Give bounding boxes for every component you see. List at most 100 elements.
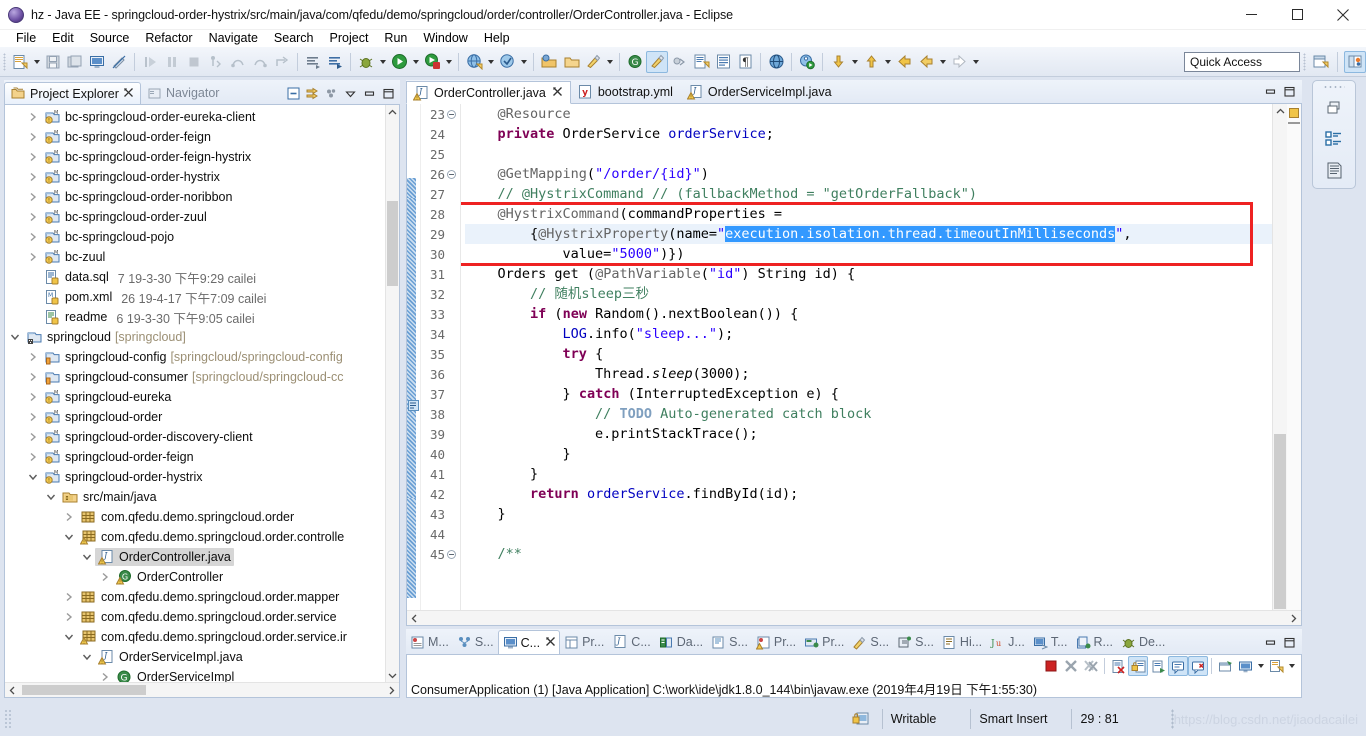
search-button[interactable] [582, 51, 604, 73]
editor-tab[interactable]: J! OrderServiceImpl.java [681, 80, 840, 103]
code-line[interactable]: // 随机sleep三秒 [465, 284, 1272, 304]
console-tab[interactable]: C... [497, 630, 561, 654]
open-type-button[interactable] [496, 51, 518, 73]
console-output-panel[interactable]: ConsumerApplication (1) [Java Applicatio… [406, 654, 1302, 698]
menu-project[interactable]: Project [322, 30, 377, 47]
remove-launch-icon[interactable] [1061, 656, 1081, 676]
scroll-left-icon[interactable] [5, 686, 20, 695]
close-button[interactable] [1320, 0, 1366, 30]
console-tab[interactable]: Ju J... [986, 630, 1029, 654]
open-type-dropdown[interactable] [518, 51, 529, 73]
close-icon[interactable] [552, 86, 562, 99]
step-return-button[interactable] [249, 51, 271, 73]
menu-refactor[interactable]: Refactor [137, 30, 200, 47]
pin-console-icon[interactable] [1168, 656, 1188, 676]
chevron-right-icon[interactable] [25, 389, 41, 405]
maximize-icon[interactable] [1280, 633, 1299, 652]
tree-item[interactable]: M! bc-springcloud-order-feign-hystrix [5, 147, 385, 167]
step-into-button[interactable] [205, 51, 227, 73]
chevron-right-icon[interactable] [97, 569, 113, 585]
run-button[interactable] [388, 51, 410, 73]
code-line[interactable]: } [465, 444, 1272, 464]
code-line[interactable]: } [465, 504, 1272, 524]
minimize-icon[interactable] [360, 84, 379, 103]
task-list-icon[interactable] [1320, 158, 1348, 182]
collapse-all-icon[interactable] [284, 84, 303, 103]
tree-item[interactable]: G OrderServiceImpl [5, 667, 385, 682]
code-line[interactable] [465, 144, 1272, 164]
chevron-right-icon[interactable] [25, 349, 41, 365]
debug-dropdown[interactable] [377, 51, 388, 73]
code-line[interactable]: private OrderService orderService; [465, 124, 1272, 144]
chevron-right-icon[interactable] [25, 169, 41, 185]
next-annotation-dropdown[interactable] [849, 51, 860, 73]
code-line[interactable]: } [465, 464, 1272, 484]
menu-source[interactable]: Source [82, 30, 138, 47]
tree-item[interactable]: M! bc-springcloud-order-zuul [5, 207, 385, 227]
chevron-down-icon[interactable] [7, 329, 23, 345]
tree-item[interactable]: M! springcloud-order-hystrix [5, 467, 385, 487]
perspective-grip[interactable] [1303, 52, 1306, 71]
save-button[interactable] [42, 51, 64, 73]
code-editor[interactable]: 23 24 25 26 27 28 29 30 31 32 33 34 35 36 37 38 39 40 41 42… [406, 104, 1302, 626]
run-coverage-dropdown[interactable] [443, 51, 454, 73]
tree-item[interactable]: G! OrderController [5, 567, 385, 587]
minimize-icon[interactable] [1261, 82, 1280, 101]
debug-button[interactable] [355, 51, 377, 73]
console-tab[interactable]: Hi... [938, 630, 986, 654]
chevron-right-icon[interactable] [61, 509, 77, 525]
code-text[interactable]: @Resource private OrderService orderServ… [461, 104, 1272, 625]
chevron-right-icon[interactable] [61, 589, 77, 605]
code-line[interactable]: value="5000")}) [465, 244, 1272, 264]
fold-collapse-icon[interactable] [445, 169, 458, 179]
code-line[interactable]: } catch (InterruptedException e) { [465, 384, 1272, 404]
tree-item[interactable]: ! com.qfedu.demo.springcloud.order.contro… [5, 527, 385, 547]
forward-button[interactable] [948, 51, 970, 73]
next-annotation-button[interactable] [827, 51, 849, 73]
menu-search[interactable]: Search [266, 30, 322, 47]
tree-item[interactable]: M! bc-springcloud-order-eureka-client [5, 107, 385, 127]
tree-item[interactable]: M! bc-zuul [5, 247, 385, 267]
scroll-right-icon[interactable] [384, 686, 399, 695]
console-tab[interactable]: R... [1072, 630, 1117, 654]
back-button[interactable] [893, 51, 915, 73]
fold-collapse-icon[interactable] [445, 109, 458, 119]
java-ee-perspective-button[interactable] [1344, 50, 1366, 73]
print-screen-button[interactable] [86, 51, 108, 73]
open-perspective-button[interactable] [1309, 51, 1331, 73]
chevron-down-icon[interactable] [61, 629, 77, 645]
external-tools-button[interactable] [324, 51, 346, 73]
scroll-lock-icon[interactable] [1128, 656, 1148, 676]
run-coverage-button[interactable] [421, 51, 443, 73]
chevron-right-icon[interactable] [25, 449, 41, 465]
fast-view-grip[interactable] [1323, 85, 1345, 89]
chevron-right-icon[interactable] [25, 409, 41, 425]
code-line[interactable]: @Resource [465, 104, 1272, 124]
console-tab[interactable]: S... [707, 630, 752, 654]
console-tab[interactable]: S... [848, 630, 893, 654]
scroll-left-icon[interactable] [407, 614, 422, 623]
editor-tab[interactable]: y bootstrap.yml [571, 80, 681, 103]
maximize-icon[interactable] [379, 84, 398, 103]
code-line[interactable]: // TODO Auto-generated catch block [465, 404, 1272, 424]
run-server-button[interactable] [796, 51, 818, 73]
tree-item[interactable]: M! springcloud-eureka [5, 387, 385, 407]
tree-item[interactable]: springcloud-consumer [springcloud/springc… [5, 367, 385, 387]
chevron-right-icon[interactable] [25, 369, 41, 385]
open-web-browser-button[interactable] [463, 51, 485, 73]
clear-console-icon[interactable] [1108, 656, 1128, 676]
tree-item[interactable]: com.qfedu.demo.springcloud.order.mapper [5, 587, 385, 607]
code-line[interactable]: Orders get (@PathVariable("id") String i… [465, 264, 1272, 284]
tree-item[interactable]: springcloud [springcloud] [5, 327, 385, 347]
chevron-right-icon[interactable] [25, 209, 41, 225]
previous-annotation-dropdown[interactable] [882, 51, 893, 73]
console-tab[interactable]: De... [1117, 630, 1169, 654]
new-wizard-button[interactable] [9, 51, 31, 73]
outline-view-icon[interactable] [1320, 127, 1348, 151]
maximize-icon[interactable] [1280, 82, 1299, 101]
skip-breakpoints-button[interactable] [668, 51, 690, 73]
quick-access-input[interactable]: Quick Access [1184, 51, 1300, 72]
tree-item[interactable]: readme 6 19-3-30 下午9:05 cailei [5, 307, 385, 327]
code-line[interactable]: @HystrixCommand(commandProperties = [465, 204, 1272, 224]
code-line[interactable] [465, 524, 1272, 544]
